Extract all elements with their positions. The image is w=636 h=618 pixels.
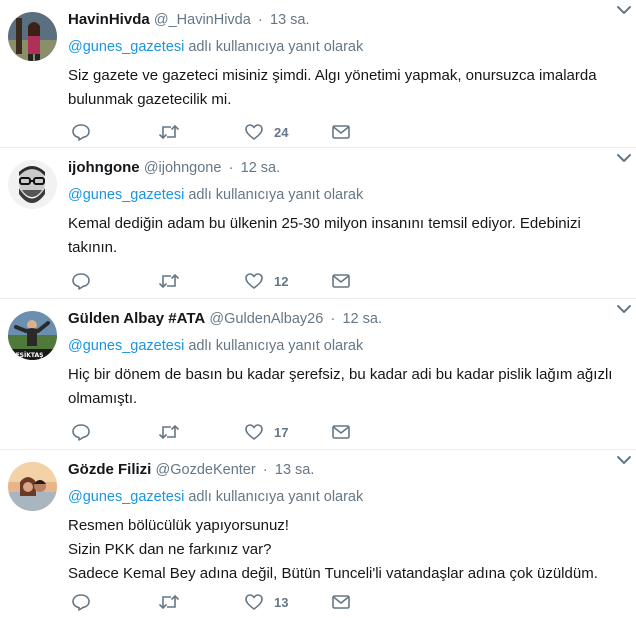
chevron-down-icon[interactable]	[616, 152, 632, 164]
tweet-text: Siz gazete ve gazeteci misiniz şimdi. Al…	[68, 64, 620, 112]
reply-button[interactable]	[71, 122, 91, 142]
avatar-badge-text: BEŞİKTAŞ	[11, 352, 43, 359]
mention-link[interactable]: @gunes_gazetesi	[68, 187, 184, 203]
direct-message-button[interactable]	[331, 422, 351, 442]
reply-feed: HavinHivda @_HavinHivda · 13 sa. @gunes_…	[0, 0, 636, 618]
direct-message-button[interactable]	[331, 592, 351, 612]
tweet-text: Hiç bir dönem de basın bu kadar şerefsiz…	[68, 363, 620, 411]
tweet-text-line: takının.	[68, 239, 118, 256]
like-button[interactable]: 17	[244, 422, 288, 442]
like-button[interactable]: 24	[244, 122, 288, 142]
reply-context: @gunes_gazetesi adlı kullanıcıya yanıt o…	[68, 38, 620, 56]
retweet-icon	[158, 594, 180, 610]
direct-message-button[interactable]	[331, 271, 351, 291]
user-handle[interactable]: @ijohngone	[144, 160, 222, 176]
separator: ·	[228, 160, 234, 176]
reply-context: @gunes_gazetesi adlı kullanıcıya yanıt o…	[68, 488, 620, 506]
reply-context-text: adlı kullanıcıya yanıt olarak	[188, 39, 364, 55]
like-button[interactable]: 12	[244, 271, 288, 291]
display-name[interactable]: Gözde Filizi	[68, 461, 151, 478]
display-name[interactable]: ijohngone	[68, 159, 140, 176]
tweet-header: Gülden Albay #ATA @GuldenAlbay26 · 12 sa…	[68, 309, 620, 329]
separator: ·	[330, 311, 336, 327]
tweet-text-line: bulunmak gazetecilik mi.	[68, 91, 232, 108]
reply-context-text: adlı kullanıcıya yanıt olarak	[188, 489, 364, 505]
like-button[interactable]: 13	[244, 592, 288, 612]
tweet: ijohngone @ijohngone · 12 sa. @gunes_gaz…	[0, 148, 636, 299]
like-count: 17	[274, 424, 289, 440]
timestamp[interactable]: 13 sa.	[275, 462, 315, 478]
tweet-actions: 24	[68, 122, 368, 142]
heart-icon	[245, 424, 263, 440]
user-handle[interactable]: @_HavinHivda	[154, 12, 251, 28]
reply-button[interactable]	[71, 271, 91, 291]
envelope-icon	[332, 425, 350, 439]
reply-context: @gunes_gazetesi adlı kullanıcıya yanıt o…	[68, 337, 620, 355]
timestamp[interactable]: 12 sa.	[342, 311, 382, 327]
like-count: 24	[274, 124, 289, 140]
tweet-text: Resmen bölücülük yapıyorsunuz! Sizin PKK…	[68, 514, 620, 586]
like-count: 12	[274, 273, 289, 289]
tweet: BEŞİKTAŞ Gülden Albay #ATA @GuldenAlbay2…	[0, 299, 636, 450]
separator: ·	[257, 12, 263, 28]
chevron-down-icon[interactable]	[616, 303, 632, 315]
retweet-button[interactable]	[158, 592, 180, 612]
reply-context-text: adlı kullanıcıya yanıt olarak	[188, 338, 364, 354]
reply-button[interactable]	[71, 422, 91, 442]
tweet-actions: 17	[68, 422, 368, 442]
retweet-icon	[158, 424, 180, 440]
avatar[interactable]: BEŞİKTAŞ	[8, 311, 57, 360]
tweet-text-line: Siz gazete ve gazeteci misiniz şimdi. Al…	[68, 67, 597, 84]
tweet-header: ijohngone @ijohngone · 12 sa.	[68, 158, 620, 178]
tweet-text: Kemal dediğin adam bu ülkenin 25-30 mily…	[68, 212, 620, 260]
mention-link[interactable]: @gunes_gazetesi	[68, 489, 184, 505]
avatar[interactable]	[8, 12, 57, 61]
reply-context: @gunes_gazetesi adlı kullanıcıya yanıt o…	[68, 186, 620, 204]
envelope-icon	[332, 125, 350, 139]
tweet-header: Gözde Filizi @GozdeKenter · 13 sa.	[68, 460, 620, 480]
reply-icon	[72, 424, 90, 441]
reply-icon	[72, 124, 90, 141]
tweet-text-line: Resmen bölücülük yapıyorsunuz!	[68, 517, 289, 534]
chevron-down-icon[interactable]	[616, 454, 632, 466]
tweet-text-line: Sizin PKK dan ne farkınız var?	[68, 541, 272, 558]
tweet-text-line: Sadece Kemal Bey adına değil, Bütün Tunc…	[68, 565, 598, 582]
envelope-icon	[332, 274, 350, 288]
reply-icon	[72, 273, 90, 290]
heart-icon	[245, 273, 263, 289]
tweet-text-line: olmamıştı.	[68, 390, 138, 407]
reply-icon	[72, 594, 90, 611]
retweet-icon	[158, 273, 180, 289]
like-count: 13	[274, 594, 289, 610]
retweet-button[interactable]	[158, 271, 180, 291]
retweet-button[interactable]	[158, 422, 180, 442]
tweet-actions: 13	[68, 592, 368, 612]
mention-link[interactable]: @gunes_gazetesi	[68, 338, 184, 354]
user-handle[interactable]: @GozdeKenter	[156, 462, 256, 478]
timestamp[interactable]: 13 sa.	[270, 12, 310, 28]
reply-context-text: adlı kullanıcıya yanıt olarak	[188, 187, 364, 203]
envelope-icon	[332, 595, 350, 609]
tweet-text-line: Hiç bir dönem de basın bu kadar şerefsiz…	[68, 366, 613, 383]
tweet-header: HavinHivda @_HavinHivda · 13 sa.	[68, 10, 620, 30]
retweet-icon	[158, 124, 180, 140]
tweet-text-line: Kemal dediğin adam bu ülkenin 25-30 mily…	[68, 215, 581, 232]
chevron-down-icon[interactable]	[616, 4, 632, 16]
timestamp[interactable]: 12 sa.	[241, 160, 281, 176]
tweet: HavinHivda @_HavinHivda · 13 sa. @gunes_…	[0, 0, 636, 148]
heart-icon	[245, 594, 263, 610]
display-name[interactable]: HavinHivda	[68, 11, 150, 28]
user-handle[interactable]: @GuldenAlbay26	[209, 311, 323, 327]
tweet: Gözde Filizi @GozdeKenter · 13 sa. @gune…	[0, 450, 636, 618]
avatar[interactable]	[8, 160, 57, 209]
separator: ·	[262, 462, 268, 478]
display-name[interactable]: Gülden Albay #ATA	[68, 310, 205, 327]
direct-message-button[interactable]	[331, 122, 351, 142]
retweet-button[interactable]	[158, 122, 180, 142]
heart-icon	[245, 124, 263, 140]
tweet-actions: 12	[68, 271, 368, 291]
reply-button[interactable]	[71, 592, 91, 612]
avatar[interactable]	[8, 462, 57, 511]
mention-link[interactable]: @gunes_gazetesi	[68, 39, 184, 55]
